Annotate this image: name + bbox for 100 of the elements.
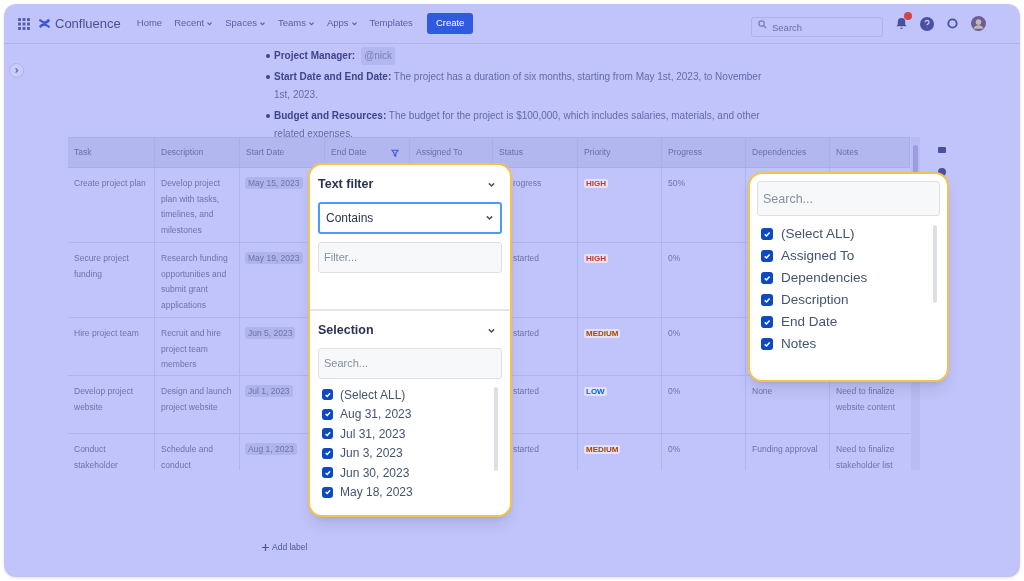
table-cell: Funding approval: [752, 444, 818, 454]
table-cell: Recruit and hire project team members: [161, 328, 221, 369]
option-label[interactable]: May 18, 2023: [340, 483, 413, 501]
checkbox[interactable]: [322, 408, 333, 420]
search-field[interactable]: Search...: [318, 347, 502, 379]
column-header[interactable]: Start Date: [246, 144, 318, 161]
bullet-icon: [266, 75, 270, 79]
priority-tag: HIGH: [584, 179, 608, 188]
scrollbar[interactable]: [933, 225, 937, 303]
chevron-down-icon: [485, 213, 494, 223]
column-header[interactable]: Progress: [668, 144, 739, 161]
scrollbar[interactable]: [494, 386, 498, 471]
option-label[interactable]: Dependencies: [781, 267, 868, 289]
column-header[interactable]: Dependencies: [752, 144, 823, 161]
search-field[interactable]: Search...: [757, 181, 940, 216]
filter-input[interactable]: Filter...: [318, 241, 502, 273]
date-pill: May 15, 2023: [245, 177, 303, 189]
table-cell: started: [513, 253, 539, 263]
priority-tag: MEDIUM: [584, 329, 621, 338]
checkbox[interactable]: [322, 486, 333, 498]
table-cell: 0%: [668, 444, 681, 454]
checkbox[interactable]: [322, 467, 333, 478]
checkmark-icon: [762, 295, 772, 305]
checkmark-icon: [323, 449, 332, 457]
table-cell: Secure project funding: [74, 253, 129, 279]
chevron-right-icon: [13, 67, 20, 74]
product-name[interactable]: Confluence: [55, 13, 121, 34]
search-icon: [758, 19, 767, 29]
option-label[interactable]: Description: [781, 289, 849, 311]
checkmark-icon: [323, 410, 332, 418]
checkmark-icon: [762, 339, 772, 349]
table-cell: Design and launch project website: [161, 386, 232, 412]
add-label-button[interactable]: Add label: [262, 541, 308, 554]
option-label[interactable]: End Date: [781, 311, 838, 333]
bullet-icon: [266, 54, 270, 58]
column-header[interactable]: Assigned To: [416, 144, 486, 161]
option-label[interactable]: Jun 3, 2023: [340, 444, 403, 462]
column-header[interactable]: Notes: [836, 144, 903, 161]
checkbox[interactable]: [761, 316, 773, 328]
nav-link[interactable]: Apps: [326, 16, 358, 31]
option-label[interactable]: Notes: [781, 333, 817, 355]
table-cell: 0%: [668, 386, 681, 396]
checkbox[interactable]: [322, 428, 333, 439]
create-button[interactable]: Create: [426, 13, 474, 34]
search-field[interactable]: Search: [751, 17, 883, 37]
sidebar-toggle[interactable]: [9, 63, 24, 78]
nav-link[interactable]: Home: [136, 16, 163, 31]
date-pill: May 19, 2023: [245, 252, 303, 264]
section-title: Selection: [318, 321, 374, 339]
table-cell: Create project plan: [74, 178, 146, 188]
column-header[interactable]: Status: [499, 144, 571, 161]
nav-link[interactable]: Teams: [277, 16, 315, 31]
checkbox[interactable]: [761, 272, 773, 284]
avatar-icon[interactable]: [971, 16, 986, 31]
app-grid-icon[interactable]: [18, 17, 30, 30]
option-label[interactable]: Jun 30, 2023: [340, 463, 410, 482]
option-label[interactable]: (Select ALL): [340, 385, 406, 404]
nav-link[interactable]: Spaces: [225, 16, 266, 31]
checkmark-icon: [323, 390, 332, 399]
table-cell: 50%: [668, 178, 685, 188]
checkbox[interactable]: [761, 294, 773, 306]
checkbox[interactable]: [761, 250, 773, 262]
option-label[interactable]: (Select ALL): [781, 223, 855, 245]
bullet-text: Budget and Resources: The budget for the project is $100,000, which includes salaries, materials, and other related expenses.: [274, 109, 761, 141]
help-icon[interactable]: [920, 16, 934, 31]
table-cell: Schedule and conduct: [161, 444, 213, 470]
checkmark-icon: [323, 468, 332, 477]
nav-link[interactable]: Recent: [174, 16, 214, 31]
bell-icon[interactable]: [895, 17, 908, 30]
filter-icon[interactable]: [391, 148, 399, 157]
table-cell: started: [513, 444, 539, 454]
column-header[interactable]: End Date: [331, 144, 403, 161]
nav-link[interactable]: Templates: [369, 16, 413, 31]
column-header[interactable]: Priority: [584, 144, 655, 161]
table-cell: rogress: [513, 178, 542, 188]
checkbox[interactable]: [322, 389, 333, 400]
table-cell: started: [513, 328, 539, 338]
option-label[interactable]: Jul 31, 2023: [340, 424, 406, 443]
priority-tag: MEDIUM: [584, 445, 621, 454]
option-label[interactable]: Assigned To: [781, 245, 855, 267]
table-cell: None: [752, 386, 773, 396]
table-cell: Conduct stakeholder: [74, 444, 118, 470]
checkbox[interactable]: [322, 447, 333, 459]
checkmark-icon: [323, 488, 332, 496]
option-label[interactable]: Aug 31, 2023: [340, 405, 412, 423]
checkbox[interactable]: [761, 228, 773, 240]
column-header[interactable]: Description: [161, 144, 233, 161]
chevron-down-icon: [258, 20, 266, 27]
table-cell: Develop project website: [74, 386, 134, 412]
checkbox[interactable]: [761, 338, 773, 350]
priority-tag: HIGH: [584, 254, 608, 263]
priority-tag: LOW: [584, 387, 607, 396]
table-cell: Hire project team: [74, 328, 139, 338]
notification-badge: [904, 12, 912, 20]
operator-dropdown[interactable]: Contains: [318, 201, 502, 234]
checkmark-icon: [323, 429, 332, 438]
table-cell: 0%: [668, 328, 681, 338]
checkmark-icon: [762, 273, 772, 283]
column-header[interactable]: Task: [74, 144, 148, 161]
checkmark-icon: [762, 251, 772, 261]
